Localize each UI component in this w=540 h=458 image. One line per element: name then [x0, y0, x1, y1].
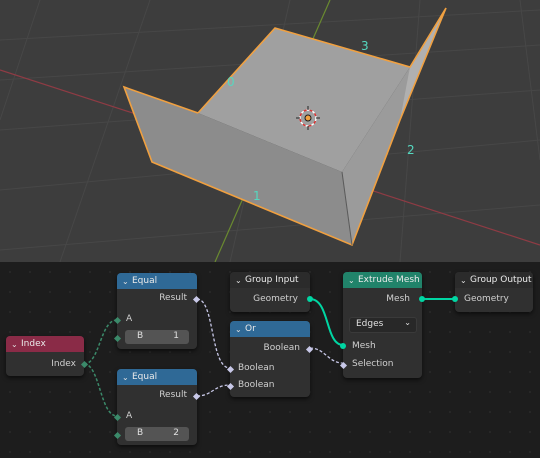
node-title: Group Input	[245, 275, 299, 285]
chevron-down-icon: ⌄	[404, 318, 411, 327]
chevron-down-icon[interactable]: ⌄	[122, 373, 132, 382]
geometry-node-editor[interactable]: ⌄ Index Index ⌄ Equal Result A B 1 ⌄ Equ…	[0, 262, 540, 458]
node-title: Group Output	[470, 275, 532, 285]
node-header[interactable]: ⌄ Group Output	[455, 272, 533, 288]
field-label: B	[137, 331, 144, 341]
field-value: 2	[173, 428, 179, 438]
node-header[interactable]: ⌄ Group Input	[230, 272, 310, 288]
socket-label: Result	[159, 293, 187, 303]
edge-index-label: 0	[227, 75, 235, 89]
node-title: Index	[21, 339, 46, 349]
dropdown-value: Edges	[356, 319, 384, 329]
object-origin-icon	[304, 114, 312, 122]
mode-dropdown[interactable]: Edges ⌄	[349, 317, 417, 333]
link-index-equal-bottom	[83, 363, 118, 417]
output-socket[interactable]	[192, 392, 201, 401]
link-or-extrude-selection	[309, 347, 344, 364]
socket-label: Boolean	[263, 343, 300, 353]
chevron-down-icon[interactable]: ⌄	[235, 276, 245, 285]
input-socket[interactable]	[113, 431, 122, 440]
socket-label: Selection	[352, 359, 394, 369]
input-socket[interactable]	[339, 361, 348, 370]
input-socket[interactable]	[113, 334, 122, 343]
link-equal-top-or	[196, 298, 231, 369]
socket-label: Boolean	[238, 380, 275, 390]
link-geometry-extrude	[309, 298, 344, 346]
node-header[interactable]: ⌄ Equal	[117, 273, 197, 289]
socket-label: Mesh	[386, 294, 410, 304]
link-equal-bottom-or	[196, 384, 231, 397]
node-header[interactable]: ⌄ Or	[230, 321, 310, 337]
input-socket[interactable]	[226, 382, 235, 391]
blender-window: 0 1 2 3 ⌄ Index Index ⌄ Equal Result A B…	[0, 0, 540, 458]
chevron-down-icon[interactable]: ⌄	[11, 340, 21, 349]
value-field-b[interactable]: B 2	[125, 427, 189, 441]
3d-viewport[interactable]: 0 1 2 3	[0, 0, 540, 262]
socket-label: Boolean	[238, 363, 275, 373]
chevron-down-icon[interactable]: ⌄	[348, 276, 358, 285]
output-socket[interactable]	[307, 296, 313, 302]
input-socket[interactable]	[340, 343, 346, 349]
edge-index-label: 2	[407, 143, 415, 157]
edge-index-label: 1	[253, 189, 261, 203]
socket-label: Mesh	[352, 341, 376, 351]
socket-label: Geometry	[253, 294, 298, 304]
edge-index-label: 3	[361, 39, 369, 53]
node-or[interactable]: ⌄ Or Boolean Boolean Boolean	[226, 321, 314, 397]
value-field-b[interactable]: B 1	[125, 330, 189, 344]
node-header[interactable]: ⌄ Index	[6, 336, 84, 352]
input-socket[interactable]	[113, 316, 122, 325]
node-extrude-mesh[interactable]: ⌄ Extrude Mesh Mesh Edges ⌄ Mesh Selecti…	[339, 272, 425, 378]
node-index[interactable]: ⌄ Index Index	[6, 336, 89, 376]
output-socket[interactable]	[305, 345, 314, 354]
node-header[interactable]: ⌄ Extrude Mesh	[343, 272, 422, 288]
socket-label: A	[126, 314, 133, 324]
field-value: 1	[173, 331, 179, 341]
input-socket[interactable]	[113, 413, 122, 422]
node-group-input[interactable]: ⌄ Group Input Geometry	[230, 272, 313, 312]
field-label: B	[137, 428, 144, 438]
node-title: Equal	[132, 372, 158, 382]
viewport-canvas[interactable]	[0, 0, 540, 262]
node-header[interactable]: ⌄ Equal	[117, 369, 197, 385]
output-socket[interactable]	[419, 296, 425, 302]
chevron-down-icon[interactable]: ⌄	[460, 276, 470, 285]
chevron-down-icon[interactable]: ⌄	[235, 325, 245, 334]
node-title: Extrude Mesh	[358, 275, 420, 285]
node-title: Equal	[132, 276, 158, 286]
socket-label: Result	[159, 390, 187, 400]
node-group-output[interactable]: ⌄ Group Output Geometry	[452, 272, 533, 312]
node-title: Or	[245, 324, 256, 334]
link-index-equal-top	[83, 319, 118, 365]
chevron-down-icon[interactable]: ⌄	[122, 277, 132, 286]
socket-label: Geometry	[464, 294, 509, 304]
output-socket[interactable]	[80, 360, 89, 369]
socket-label: A	[126, 411, 133, 421]
node-equal-top[interactable]: ⌄ Equal Result A B 1	[113, 273, 201, 349]
node-equal-bottom[interactable]: ⌄ Equal Result A B 2	[113, 369, 201, 445]
input-socket[interactable]	[452, 296, 458, 302]
input-socket[interactable]	[226, 365, 235, 374]
socket-label: Index	[51, 359, 76, 369]
output-socket[interactable]	[192, 295, 201, 304]
